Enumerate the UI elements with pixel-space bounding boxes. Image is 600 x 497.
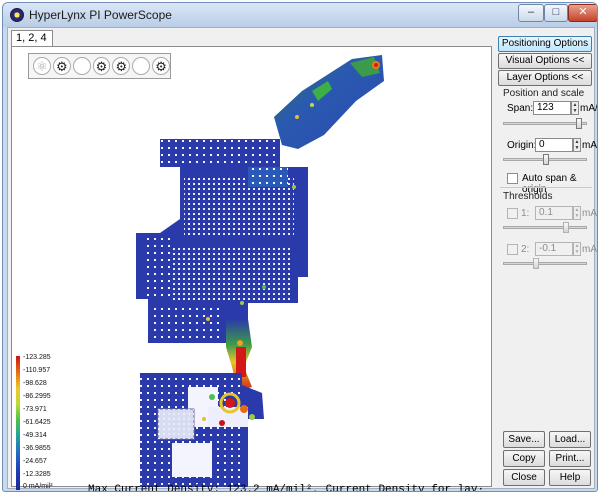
legend-tick: -86.2995 [23,393,51,400]
close-button[interactable]: Close [503,469,545,486]
minimize-button[interactable]: – [518,4,544,22]
legend-unit: 0 mA/mil² [23,483,53,490]
legend-tick: -61.6425 [23,419,51,426]
copy-button[interactable]: Copy [503,450,545,467]
legend-tick: -36.9855 [23,445,51,452]
tab-layers[interactable]: 1, 2, 4 [11,30,53,47]
threshold2-label: 2: [521,244,530,255]
flip-view-icon[interactable]: ⚙ [112,57,131,75]
view-toolbar: ⚛ ⚙ ⚙ ⚙ ⚙ [28,53,171,79]
legend-tick: -123.285 [23,354,51,361]
position-scale-title: Position and scale [503,88,585,99]
blank-view-icon-2[interactable] [132,57,151,75]
window-title: HyperLynx PI PowerScope [29,8,172,22]
threshold2-input[interactable]: -0.1 [535,242,573,256]
help-button[interactable]: Help [549,469,591,486]
origin-unit: mA/mi [582,140,597,151]
main-plane [136,139,308,343]
threshold1-unit: mA/mi [582,208,597,219]
layer-options-button[interactable]: Layer Options << [498,70,592,86]
blank-view-icon[interactable] [72,57,91,75]
span-slider-thumb[interactable] [576,118,582,129]
span-slider-track[interactable] [503,122,587,125]
origin-slider-thumb[interactable] [543,154,549,165]
legend-tick: -73.971 [23,406,47,413]
threshold2-slider-thumb[interactable] [533,258,539,269]
threshold1-checkbox[interactable] [507,208,518,219]
app-window: HyperLynx PI PowerScope – □ ✕ 1, 2, 4 ⚛ … [2,2,598,492]
threshold1-input[interactable]: 0.1 [535,206,573,220]
threshold2-unit: mA/mi [582,244,597,255]
print-button[interactable]: Print... [549,450,591,467]
save-button[interactable]: Save... [503,431,545,448]
rotate-left-icon[interactable]: ⚙ [52,57,71,75]
color-legend: -123.285 -110.957 -98.628 -86.2995 -73.9… [14,352,74,491]
threshold2-checkbox[interactable] [507,244,518,255]
legend-tick: -12.3285 [23,471,51,478]
current-density-plot[interactable] [12,47,493,488]
threshold1-slider-track[interactable] [503,226,587,229]
legend-tick: -98.628 [23,380,47,387]
span-label: Span: [507,103,534,114]
legend-tick: -110.957 [23,367,51,374]
threshold1-spinner[interactable]: ▲ ▼ [573,206,581,220]
plane-strip [274,55,384,149]
app-logo-icon [10,8,24,22]
span-input[interactable]: 123 [533,101,571,115]
status-text: Max Current Density: 123.2 mA/mil², Curr… [88,484,485,492]
threshold1-slider-thumb[interactable] [563,222,569,233]
origin-label: Origin: [507,140,537,151]
options-panel: Positioning Options >> Visual Options <<… [497,36,597,486]
title-bar[interactable]: HyperLynx PI PowerScope – □ ✕ [3,3,597,27]
visual-options-button[interactable]: Visual Options << [498,53,592,69]
legend-tick: -24.657 [23,458,47,465]
origin-spinner[interactable]: ▲ ▼ [573,138,581,152]
lower-plane [140,373,264,487]
positioning-options-button[interactable]: Positioning Options >> [498,36,592,63]
rotate-right-icon[interactable]: ⚙ [92,57,111,75]
origin-input[interactable]: 0 [535,138,573,152]
thresholds-title: Thresholds [503,191,553,202]
legend-tick: -49.314 [23,432,47,439]
disabled-view-icon: ⚛ [33,57,51,75]
threshold1-label: 1: [521,208,530,219]
threshold2-slider-track[interactable] [503,262,587,265]
maximize-button[interactable]: □ [544,4,568,22]
legend-color-bar [16,356,20,490]
client-area: 1, 2, 4 ⚛ ⚙ ⚙ ⚙ ⚙ -123.285 -110.957 -98.… [7,27,597,491]
threshold2-spinner[interactable]: ▲ ▼ [573,242,581,256]
span-spinner[interactable]: ▲ ▼ [571,101,579,115]
close-window-button[interactable]: ✕ [568,4,597,22]
auto-span-checkbox[interactable] [507,173,518,184]
span-unit: mA/mi [580,103,598,114]
load-button[interactable]: Load... [549,431,591,448]
powerscope-view[interactable]: ⚛ ⚙ ⚙ ⚙ ⚙ -123.285 -110.957 -98.628 -86.… [11,46,493,491]
reset-view-icon[interactable]: ⚙ [152,57,171,75]
separator [500,187,592,188]
